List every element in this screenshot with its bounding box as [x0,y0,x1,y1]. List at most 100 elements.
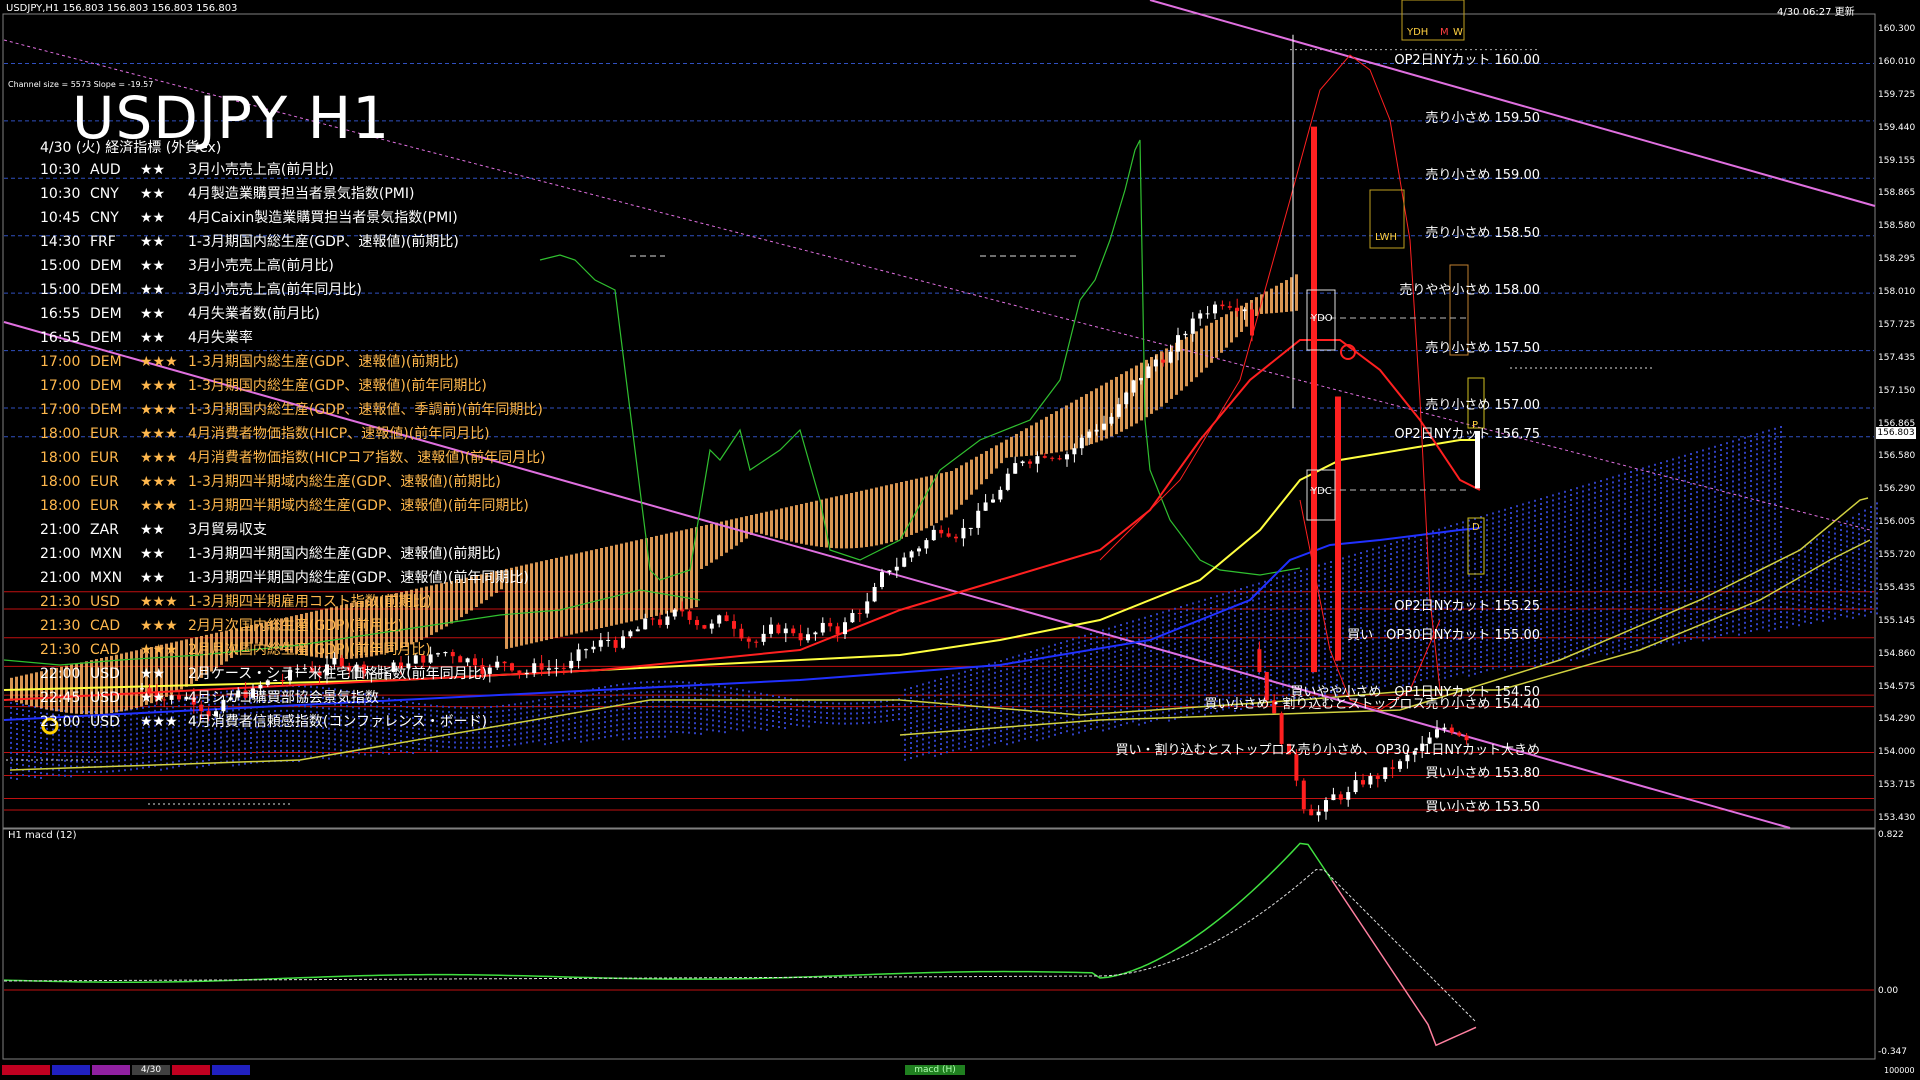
cloud-dot [1096,681,1098,684]
cloud-dot [1144,616,1146,619]
cloud-dot [1120,659,1122,661]
cloud-dot [946,686,948,689]
cloud-dot [1498,585,1500,588]
cloud-dot [1042,672,1044,675]
cloud-dot [1468,584,1470,587]
cloud-dot [1300,635,1302,637]
cloud-dot [1486,589,1488,592]
cloud-dot [1504,578,1506,581]
cloud-dot [1432,575,1434,578]
cloud-dot [1294,601,1296,604]
cloud-dot [958,692,960,695]
cloud-dot [1228,596,1230,599]
cloud-dot [1576,567,1578,570]
cloud-dot [1414,655,1416,658]
cloud-dot [1288,613,1290,616]
cloud-dot [928,726,930,729]
cloud-dot [478,736,480,739]
cloud-dot [1660,512,1662,514]
cloud-dot [1126,622,1128,625]
cloud-dot [1654,563,1656,566]
cloud-dot [1558,517,1560,520]
cloud-dot [736,708,738,711]
cloud-dot [1330,571,1332,573]
cloud-dot [1060,682,1062,684]
cloud-dot [1042,682,1044,685]
cloud-dot [1276,577,1278,580]
cloud-dot [934,719,936,722]
cloud-dot [1006,703,1008,706]
cloud-dot [646,701,648,704]
cloud-dot [982,740,984,743]
cloud-dot [658,725,660,728]
cloud-dot [1486,559,1488,562]
cloud-dot [1462,571,1464,574]
cloud-dot [922,703,924,706]
cloud-dot [1300,610,1302,612]
cloud-dot [1462,536,1464,539]
cloud-dot [1414,540,1416,543]
cloud-dot [928,741,930,744]
cloud-dot [358,747,360,750]
cloud-dot [718,725,720,728]
cloud-dot [1030,696,1032,698]
cloud-dot [1498,510,1500,513]
cloud-dot [964,670,966,673]
cloud-dot [286,749,288,752]
cloud-dot [208,758,210,761]
cloud-dot [424,743,426,746]
cloud-dot [1108,627,1110,630]
cloud-dot [1138,623,1140,626]
cloud-dot [526,736,528,739]
cloud-dot [1090,673,1092,675]
cloud-dot [1240,628,1242,630]
cloud-dot [694,722,696,725]
cloud-dot [970,749,972,751]
cloud-dot [1600,520,1602,522]
cloud-dot [1624,492,1626,495]
cloud-dot [1618,564,1620,567]
cloud-dot [1504,528,1506,531]
cloud-dot [700,712,702,715]
cloud-dot [1576,602,1578,605]
cloud-dot [1612,626,1614,629]
cloud-dot [1654,598,1656,601]
cloud-dot [1228,601,1230,604]
cloud-dot [1156,703,1158,706]
cloud-dot [1348,620,1350,623]
cloud-dot [1234,689,1236,692]
cloud-dot [64,764,66,767]
cloud-dot [1276,592,1278,595]
cloud-dot [1522,568,1524,571]
cloud-dot [1606,543,1608,546]
cloud-dot [1132,625,1134,628]
cloud-dot [1300,575,1302,577]
cloud-dot [1486,524,1488,527]
cloud-dot [1348,610,1350,613]
cloud-dot [796,703,798,706]
cloud-dot [1582,520,1584,523]
cloud-dot [1480,591,1482,593]
cloud-dot [1510,572,1512,574]
cloud-dot [1264,595,1266,598]
cloud-dot [178,765,180,768]
cloud-dot [1432,560,1434,563]
cloud-dot [1594,631,1596,634]
cloud-dot [466,746,468,749]
cloud-dot [1090,683,1092,685]
cloud-dot [1084,659,1086,662]
cloud-dot [1306,603,1308,606]
cloud-dot [1654,573,1656,576]
cloud-dot [1630,591,1632,593]
cloud-dot [1036,734,1038,737]
cloud-dot [844,712,846,715]
cloud-dot [1498,535,1500,538]
cloud-dot [460,741,462,744]
cloud-dot [1150,705,1152,707]
cloud-dot [766,703,768,706]
cloud-dot [1582,550,1584,553]
cloud-dot [1108,682,1110,685]
cloud-dot [1546,571,1548,574]
cloud-dot [1594,611,1596,614]
cloud-dot [1468,654,1470,657]
